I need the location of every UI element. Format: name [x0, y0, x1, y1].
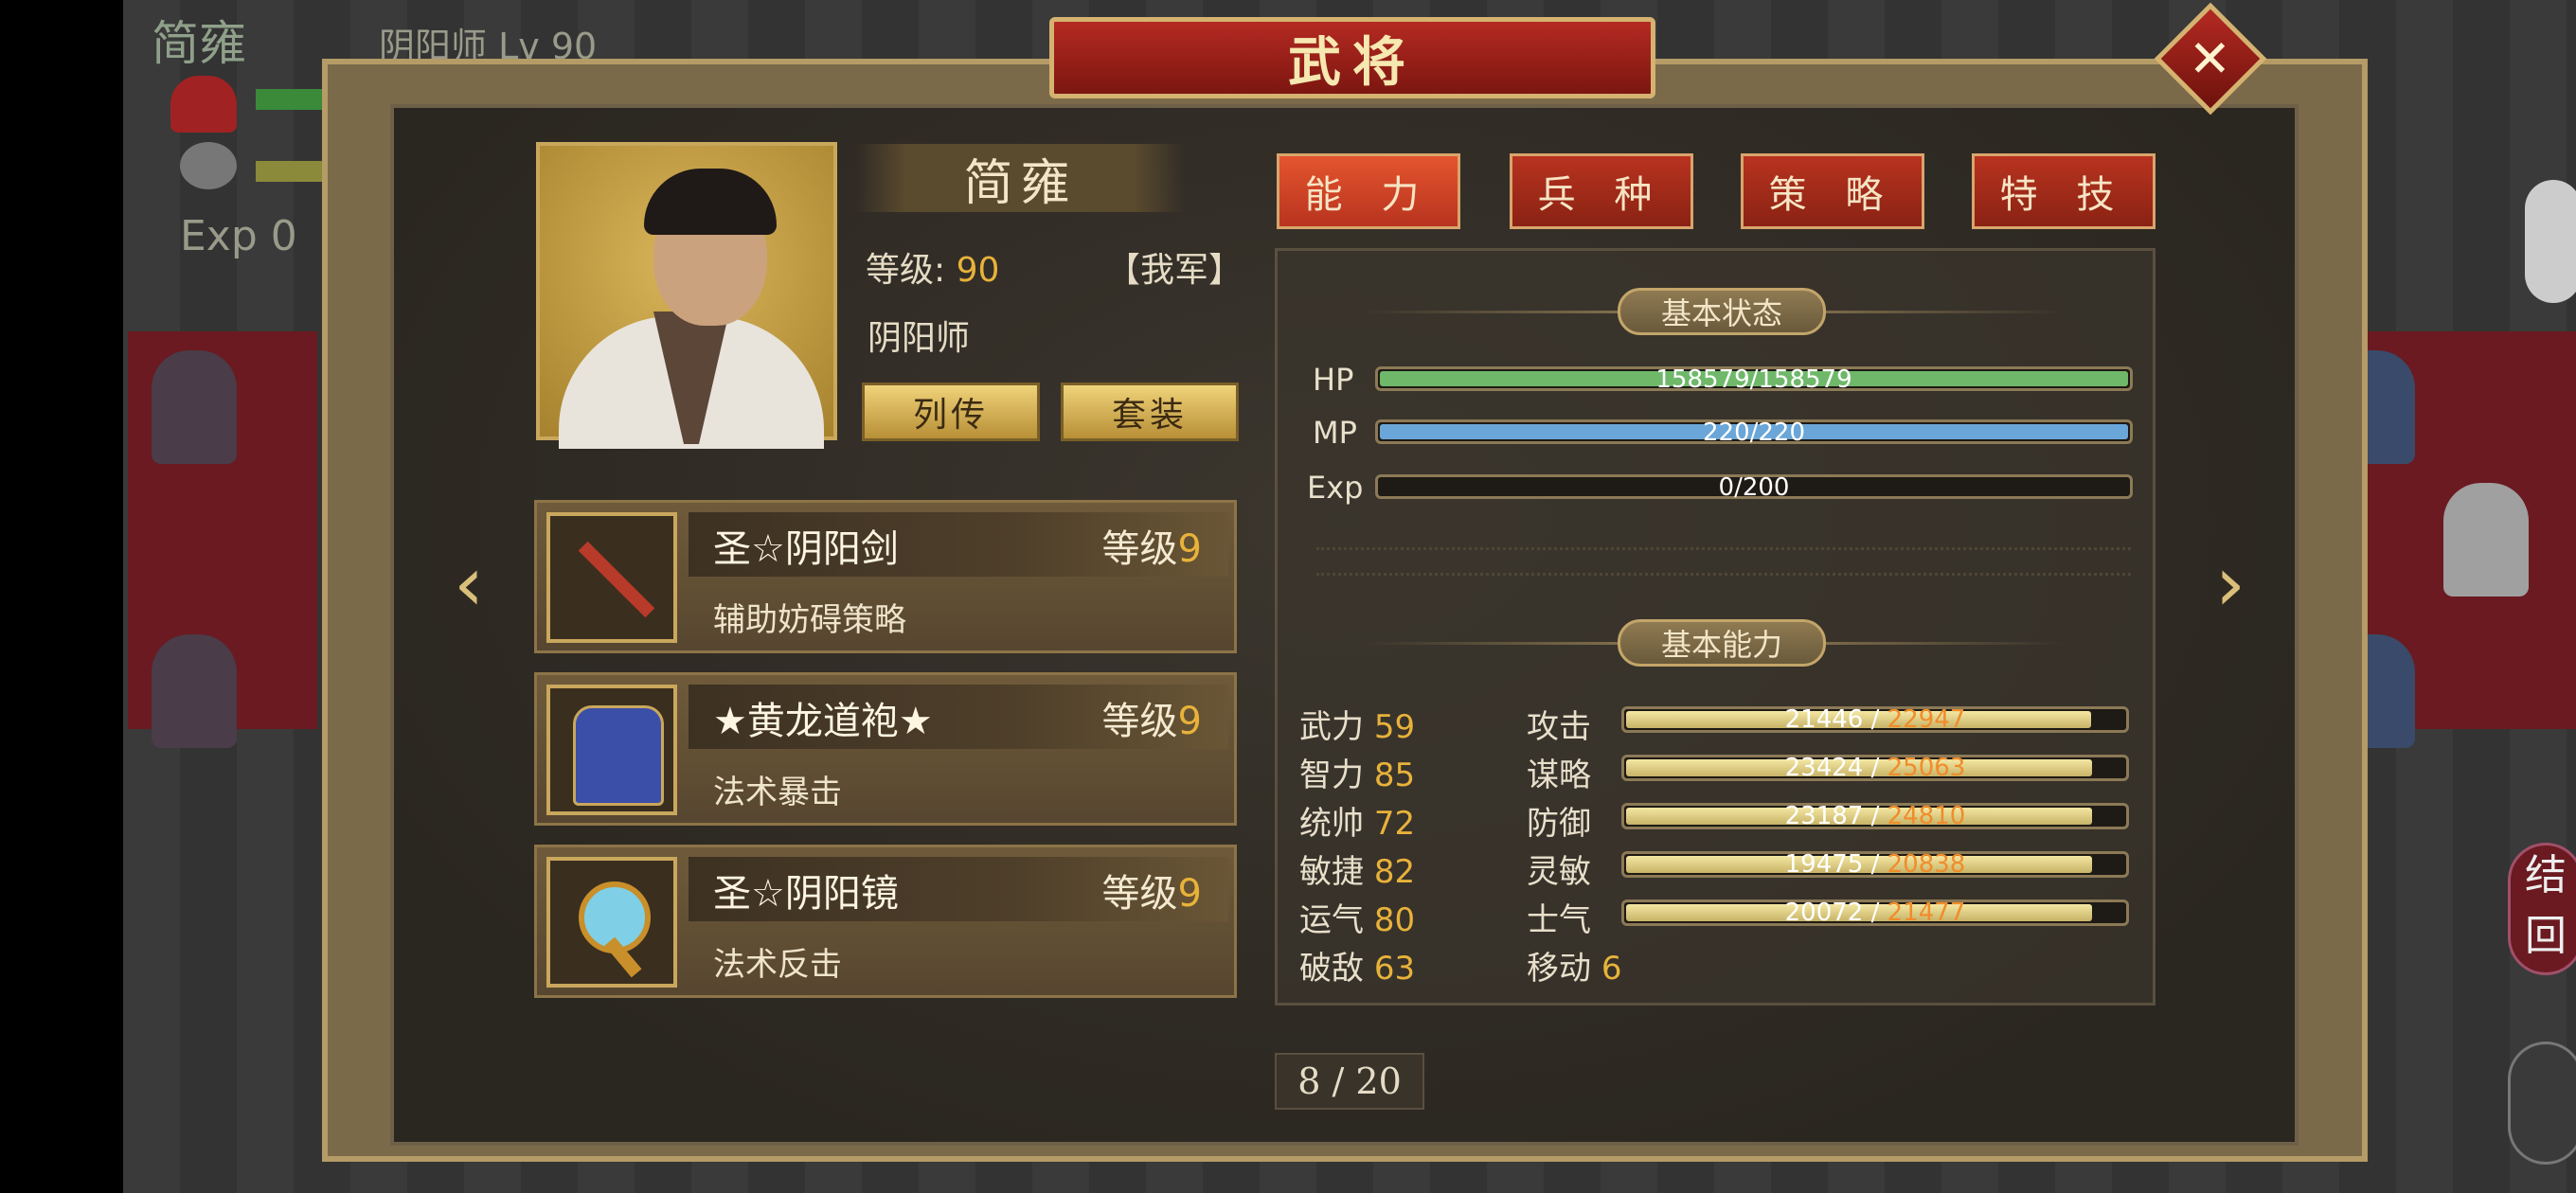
attr-luck: 运气 80	[1299, 901, 1416, 939]
side-round-button[interactable]	[2525, 180, 2576, 303]
basic-state-header: 基本状态	[1618, 288, 1826, 335]
general-portrait	[536, 142, 837, 449]
info-button[interactable]	[2508, 1042, 2576, 1165]
mp-bar: 220/220	[1375, 418, 2133, 447]
hp-label: HP	[1313, 362, 1354, 398]
morale-value: 20072 / 21477	[1784, 899, 1966, 927]
combat-morale-label: 士气	[1527, 901, 1591, 939]
decorative-pattern-strip	[1316, 547, 2131, 576]
tab-strategy[interactable]: 策 略	[1741, 153, 1924, 229]
move-stat: 移动 6	[1527, 950, 1622, 988]
equipment-name: 圣☆阴阳镜	[713, 872, 899, 916]
equipment-level: 等级9	[1101, 872, 1202, 916]
defense-bar: 23187 / 24810	[1621, 802, 2129, 830]
panel-title-plate: 武将	[1049, 17, 1655, 98]
level-value: 90	[956, 251, 1000, 290]
portrait-hair	[644, 169, 777, 235]
heart-icon	[170, 76, 237, 133]
hud-unit-name: 简雍	[152, 16, 246, 71]
exp-value: 0/200	[1718, 473, 1790, 502]
exp-label: Exp	[1307, 470, 1364, 506]
attr-agility: 敏捷 82	[1299, 853, 1416, 891]
faction-label: 【我军】	[1106, 251, 1243, 290]
biography-button[interactable]: 列传	[862, 383, 1040, 441]
equipment-set-button[interactable]: 套装	[1061, 383, 1239, 441]
basic-ability-header: 基本能力	[1618, 619, 1826, 667]
level-row: 等级: 90	[866, 242, 999, 292]
agility-bar: 19475 / 20838	[1621, 850, 2129, 879]
combat-agility-label: 灵敏	[1527, 853, 1591, 891]
hp-value: 158579/158579	[1655, 365, 1852, 394]
attr-intelligence: 智力 85	[1299, 757, 1416, 794]
mp-value: 220/220	[1702, 418, 1805, 447]
page-indicator: 8 / 20	[1275, 1053, 1424, 1110]
equipment-effect: 法术反击	[713, 946, 842, 984]
bg-unit-sprite	[152, 634, 237, 748]
next-general-arrow-icon[interactable]: ›	[2197, 546, 2263, 622]
attr-breakthrough: 破敌 63	[1299, 950, 1416, 988]
class-label: 阴阳师	[868, 319, 971, 358]
tab-ability[interactable]: 能 力	[1277, 153, 1460, 229]
equipment-name: ★黄龙道袍★	[713, 700, 933, 743]
equipment-slot-armor[interactable]: ★黄龙道袍★ 等级9 法术暴击	[534, 672, 1237, 826]
equipment-effect: 辅助妨碍策略	[713, 601, 906, 639]
strategy-bar: 23424 / 25063	[1621, 754, 2129, 782]
defense-value: 23187 / 24810	[1784, 802, 1966, 830]
combat-attack-label: 攻击	[1527, 708, 1591, 746]
equipment-slot-accessory[interactable]: 圣☆阴阳镜 等级9 法术反击	[534, 845, 1237, 998]
tab-troop-type[interactable]: 兵 种	[1510, 153, 1693, 229]
strategy-value: 23424 / 25063	[1784, 754, 1966, 782]
morale-bar: 20072 / 21477	[1621, 899, 2129, 927]
exp-bar: 0/200	[1375, 473, 2133, 502]
general-name-plate: 简雍	[857, 144, 1184, 212]
general-name: 简雍	[963, 154, 1078, 212]
attr-strength: 武力 59	[1299, 708, 1416, 746]
hp-bar: 158579/158579	[1375, 365, 2133, 394]
equipment-slot-weapon[interactable]: 圣☆阴阳剑 等级9 辅助妨碍策略	[534, 500, 1237, 653]
combat-strategy-label: 谋略	[1527, 757, 1591, 794]
panel-title: 武将	[1288, 31, 1417, 94]
equipment-level: 等级9	[1101, 527, 1202, 571]
bg-unit-sprite	[2443, 483, 2529, 596]
tab-special-skill[interactable]: 特 技	[1972, 153, 2156, 229]
bg-unit-sprite	[152, 350, 237, 464]
feather-icon	[180, 142, 237, 189]
attack-bar: 21446 / 22947	[1621, 705, 2129, 734]
end-turn-button[interactable]: 结回	[2508, 843, 2576, 975]
robe-icon	[546, 685, 677, 815]
close-icon: ✕	[2189, 28, 2232, 89]
equipment-level: 等级9	[1101, 700, 1202, 743]
equipment-name: 圣☆阴阳剑	[713, 527, 899, 571]
hud-exp: Exp 0	[180, 212, 297, 260]
attr-leadership: 统帅 72	[1299, 805, 1416, 843]
level-label: 等级:	[866, 251, 946, 290]
combat-defense-label: 防御	[1527, 805, 1591, 843]
agility-value: 19475 / 20838	[1784, 850, 1966, 879]
equipment-effect: 法术暴击	[713, 774, 842, 811]
mp-label: MP	[1313, 415, 1357, 451]
attack-value: 21446 / 22947	[1784, 705, 1966, 734]
mirror-icon	[546, 857, 677, 988]
sword-icon	[546, 512, 677, 643]
prev-general-arrow-icon[interactable]: ‹	[436, 546, 502, 622]
